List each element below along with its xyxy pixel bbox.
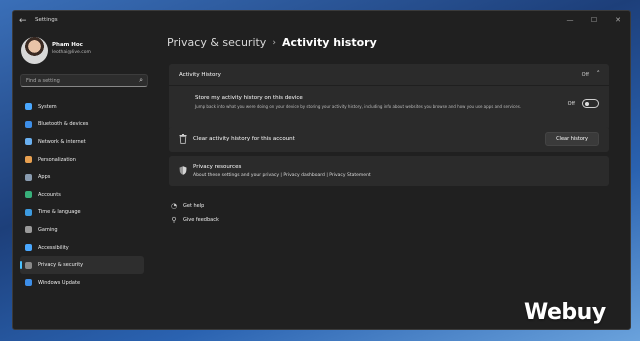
bluetooth-icon [25,120,32,128]
sidebar-item-label: Bluetooth & devices [38,121,89,128]
user-email: leothai@live.com [52,50,91,55]
sidebar-item-windows-update[interactable]: Windows Update [20,274,144,292]
store-history-toggle[interactable] [582,99,599,108]
activity-history-state: Off [581,72,589,78]
sidebar-item-label: Network & internet [38,138,86,145]
sidebar-item-label: System [38,103,57,110]
sidebar-item-network-internet[interactable]: Network & internet [20,133,144,151]
person-icon [25,191,32,199]
sidebar-item-label: Apps [38,174,51,181]
close-button[interactable]: ✕ [606,11,630,31]
brush-icon [25,156,32,164]
breadcrumb: Privacy & security › Activity history [167,36,377,49]
get-help-link[interactable]: ◔ Get help [170,202,204,210]
sidebar-item-gaming[interactable]: Gaming [20,221,144,239]
activity-history-card: Activity History Off ˄ Store my activity… [169,64,609,130]
clear-history-label: Clear activity history for this account [193,136,295,142]
shield-icon [179,166,187,175]
clear-history-card: Clear activity history for this account … [169,127,609,152]
page-title: Activity history [281,36,377,49]
sidebar-item-label: Accessibility [38,244,69,251]
get-help-label: Get help [183,203,205,209]
search-input[interactable]: Find a setting ⌕ [20,74,148,87]
apps-icon [25,173,32,181]
monitor-icon [25,103,32,111]
settings-window: ← Settings — ☐ ✕ Pham Hoc leothai@live.c… [12,10,631,330]
breadcrumb-separator: › [272,37,276,48]
store-history-description: Jump back into what you were doing on yo… [195,104,522,109]
search-placeholder: Find a setting [26,78,60,84]
app-title: Settings [35,17,58,23]
clear-history-button[interactable]: Clear history [545,132,599,146]
search-icon: ⌕ [139,76,143,84]
store-history-title: Store my activity history on this device [195,95,303,101]
maximize-button[interactable]: ☐ [582,11,606,31]
sidebar-item-time-language[interactable]: Time & language [20,204,144,222]
sidebar-item-label: Privacy & security [38,262,84,269]
sidebar-item-apps[interactable]: Apps [20,168,144,186]
user-profile[interactable]: Pham Hoc leothai@live.com [21,37,151,69]
trash-icon [179,134,187,144]
title-bar: ← Settings — ☐ ✕ [13,11,630,31]
breadcrumb-parent[interactable]: Privacy & security [167,36,266,49]
shield-icon [25,261,32,269]
sidebar-item-system[interactable]: System [20,98,144,116]
sidebar-item-label: Time & language [38,209,81,216]
sidebar-item-privacy-security[interactable]: Privacy & security [20,256,144,274]
help-icon: ◔ [170,202,178,210]
toggle-state-label: Off [567,101,575,107]
webuy-watermark-logo: Webuy [524,300,606,325]
sidebar-item-label: Windows Update [38,279,81,286]
privacy-resources-title: Privacy resources [193,164,242,170]
chevron-up-icon[interactable]: ˄ [597,70,601,78]
activity-history-header[interactable]: Activity History Off ˄ [169,64,609,86]
sidebar-item-personalization[interactable]: Personalization [20,151,144,169]
give-feedback-label: Give feedback [183,217,219,223]
accessibility-icon [25,244,32,252]
activity-history-title: Activity History [179,72,221,78]
sidebar-item-accounts[interactable]: Accounts [20,186,144,204]
wifi-icon [25,138,32,146]
sidebar-item-label: Personalization [38,156,76,163]
minimize-button[interactable]: — [558,11,582,31]
toggle-knob [585,101,589,106]
globe-clock-icon [25,208,32,216]
update-icon [25,279,32,287]
user-name: Pham Hoc [52,42,83,48]
back-arrow-icon[interactable]: ← [19,15,31,27]
sidebar-item-accessibility[interactable]: Accessibility [20,239,144,257]
sidebar-item-label: Accounts [38,191,61,198]
gamepad-icon [25,226,32,234]
window-controls: — ☐ ✕ [558,11,630,31]
give-feedback-link[interactable]: ⚲ Give feedback [170,216,219,224]
sidebar-item-label: Gaming [38,226,58,233]
sidebar-nav: System Bluetooth & devices Network & inter… [20,98,144,292]
privacy-links[interactable]: About these settings and your privacy | … [193,173,371,178]
feedback-icon: ⚲ [171,216,177,224]
sidebar-item-bluetooth-devices[interactable]: Bluetooth & devices [20,116,144,134]
avatar [21,37,48,64]
privacy-resources-card: Privacy resources About these settings a… [169,156,609,186]
